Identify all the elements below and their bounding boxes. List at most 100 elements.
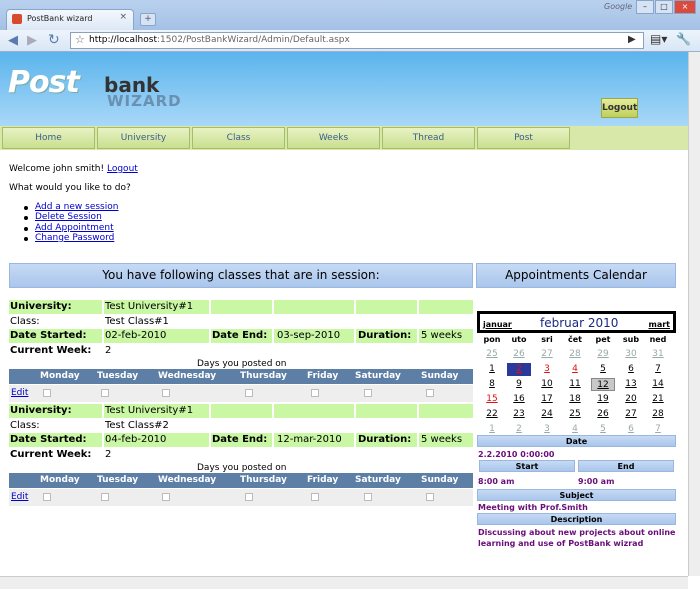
day-sunday: Sunday <box>421 475 459 485</box>
menu-home[interactable]: Home <box>2 127 95 149</box>
calendar-day[interactable]: 29 <box>591 348 615 361</box>
calendar-day[interactable]: 11 <box>563 378 587 391</box>
calendar-day[interactable]: 28 <box>646 408 670 421</box>
day-friday: Friday <box>307 475 339 485</box>
url-text: http://localhost:1502/PostBankWizard/Adm… <box>89 35 350 45</box>
end-label: End <box>578 460 674 472</box>
calendar-day[interactable]: 4 <box>563 363 587 376</box>
new-tab-button[interactable]: + <box>140 13 156 26</box>
checkbox-sunday[interactable] <box>426 493 434 501</box>
go-icon[interactable]: ▶ <box>628 34 636 45</box>
calendar-day[interactable]: 28 <box>563 348 587 361</box>
menu-weeks[interactable]: Weeks <box>287 127 380 149</box>
calendar-day[interactable]: 23 <box>507 408 531 421</box>
close-window-icon[interactable]: × <box>674 0 696 14</box>
checkbox-friday[interactable] <box>311 493 319 501</box>
calendar-day[interactable]: 27 <box>619 408 643 421</box>
checkbox-tuesday[interactable] <box>101 389 109 397</box>
checkbox-wednesday[interactable] <box>162 493 170 501</box>
wrench-icon[interactable]: 🔧 <box>676 32 691 46</box>
calendar-day[interactable]: 6 <box>619 363 643 376</box>
calendar-day[interactable]: 30 <box>619 348 643 361</box>
calendar-day[interactable]: 5 <box>591 363 615 376</box>
favicon-icon <box>12 14 22 24</box>
checkbox-thursday[interactable] <box>245 389 253 397</box>
checkbox-saturday[interactable] <box>364 389 372 397</box>
calendar-day[interactable]: 22 <box>480 408 504 421</box>
calendar-day[interactable]: 19 <box>591 393 615 406</box>
calendar-day[interactable]: 27 <box>535 348 559 361</box>
calendar-day[interactable]: 25 <box>480 348 504 361</box>
day-sunday: Sunday <box>421 371 459 381</box>
minimize-icon[interactable]: – <box>636 0 654 14</box>
add-appointment-link[interactable]: Add Appointment <box>35 223 114 233</box>
session-2-class-row: Class: Test Class#2 <box>9 419 473 433</box>
add-session-link[interactable]: Add a new session <box>35 202 118 212</box>
checkbox-sunday[interactable] <box>426 389 434 397</box>
calendar-day[interactable]: 3 <box>535 363 559 376</box>
browser-tab[interactable]: PostBank wizard × <box>6 9 134 30</box>
logo-post: Post <box>8 65 80 100</box>
checkbox-tuesday[interactable] <box>101 493 109 501</box>
bookmark-star-icon[interactable]: ☆ <box>75 33 85 46</box>
calendar-day[interactable]: 8 <box>480 378 504 391</box>
calendar-day[interactable]: 26 <box>591 408 615 421</box>
calendar-day[interactable]: 16 <box>507 393 531 406</box>
maximize-icon[interactable]: □ <box>655 0 673 14</box>
calendar-day[interactable]: 10 <box>535 378 559 391</box>
prev-month-link[interactable]: januar <box>483 320 512 329</box>
logout-link[interactable]: Logout <box>107 164 138 174</box>
checkbox-monday[interactable] <box>43 389 51 397</box>
menu-university[interactable]: University <box>97 127 190 149</box>
menu-class[interactable]: Class <box>192 127 285 149</box>
calendar-day[interactable]: 21 <box>646 393 670 406</box>
calendar-day[interactable]: 15 <box>480 393 504 406</box>
calendar-day[interactable]: 17 <box>535 393 559 406</box>
back-icon[interactable]: ◀ <box>8 33 18 48</box>
forward-icon[interactable]: ▶ <box>27 33 37 48</box>
duration-label: Duration: <box>358 330 412 341</box>
calendar-day[interactable]: 20 <box>619 393 643 406</box>
vertical-scrollbar[interactable] <box>688 52 700 576</box>
calendar-day[interactable]: 2 <box>507 363 531 376</box>
close-tab-icon[interactable]: × <box>119 12 127 22</box>
calendar-day[interactable]: 7 <box>646 363 670 376</box>
calendar-day[interactable]: 13 <box>619 378 643 391</box>
edit-link[interactable]: Edit <box>11 388 28 398</box>
calendar-day[interactable]: 12 <box>591 378 615 391</box>
reload-icon[interactable]: ↻ <box>48 32 60 48</box>
checkbox-wednesday[interactable] <box>162 389 170 397</box>
day-saturday: Saturday <box>355 475 401 485</box>
next-month-link[interactable]: mart <box>648 320 670 329</box>
calendar-day[interactable]: 31 <box>646 348 670 361</box>
checkbox-thursday[interactable] <box>245 493 253 501</box>
checkbox-saturday[interactable] <box>364 493 372 501</box>
tab-title: PostBank wizard <box>27 14 93 23</box>
calendar-day[interactable]: 14 <box>646 378 670 391</box>
duration-label: Duration: <box>358 434 412 445</box>
bullet-icon <box>24 237 28 241</box>
calendar-day[interactable]: 26 <box>507 348 531 361</box>
day-thursday: Thursday <box>240 371 287 381</box>
logo-wizard: WIZARD <box>107 92 182 110</box>
start-label: Start <box>479 460 575 472</box>
menu-post[interactable]: Post <box>477 127 570 149</box>
menu-thread[interactable]: Thread <box>382 127 475 149</box>
checkbox-friday[interactable] <box>311 389 319 397</box>
change-password-link[interactable]: Change Password <box>35 233 114 243</box>
calendar-day[interactable]: 25 <box>563 408 587 421</box>
calendar-day[interactable]: 9 <box>507 378 531 391</box>
calendar-day[interactable]: 24 <box>535 408 559 421</box>
brand-label: Google <box>604 2 633 11</box>
horizontal-scrollbar[interactable] <box>0 576 688 589</box>
calendar-day[interactable]: 1 <box>480 363 504 376</box>
logout-button[interactable]: Logout <box>601 98 638 118</box>
page-menu-icon[interactable]: ▤▾ <box>650 32 667 46</box>
checkbox-monday[interactable] <box>43 493 51 501</box>
weekday-label: sub <box>622 335 640 344</box>
delete-session-link[interactable]: Delete Session <box>35 212 102 222</box>
bullet-icon <box>24 216 28 220</box>
edit-link[interactable]: Edit <box>11 492 28 502</box>
university-value: Test University#1 <box>105 405 194 416</box>
calendar-day[interactable]: 18 <box>563 393 587 406</box>
